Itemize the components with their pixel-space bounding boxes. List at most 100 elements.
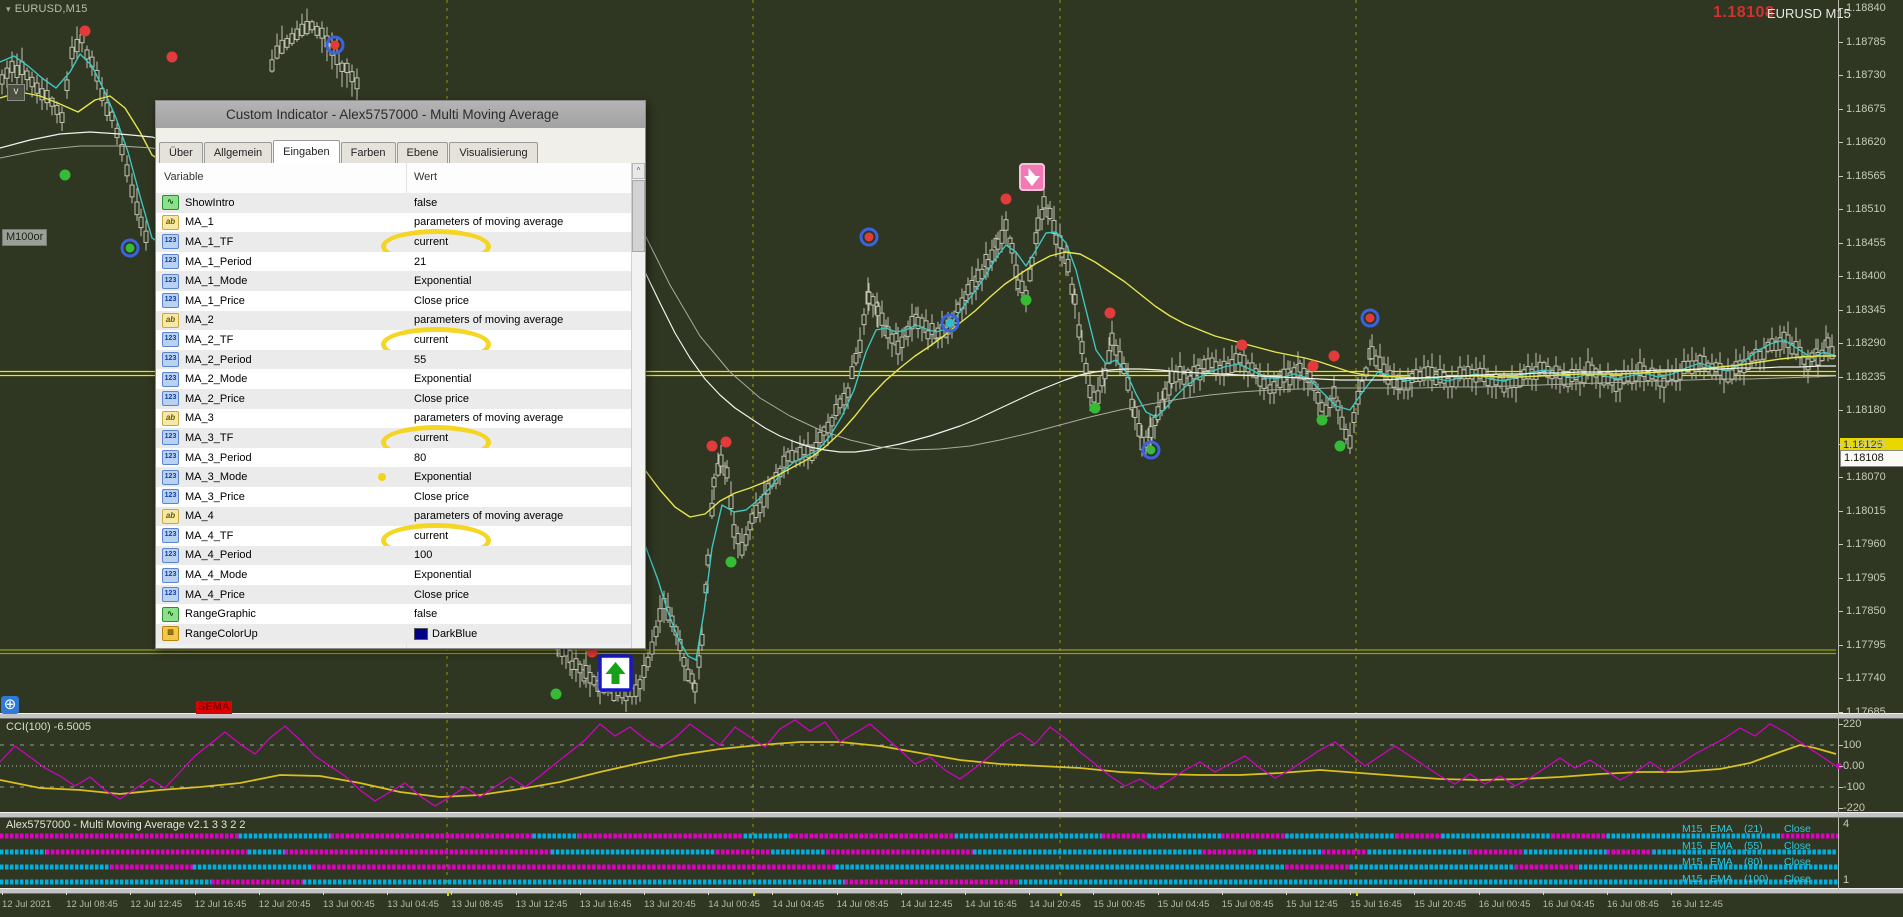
param-row[interactable]: 123 MA_2_Mode Exponential	[156, 369, 632, 389]
crosshair-icon[interactable]: ⊕	[1, 696, 19, 714]
param-row[interactable]: 123 MA_3_Price Close price	[156, 486, 632, 507]
dialog-scrollbar[interactable]: ^	[631, 163, 645, 648]
param-row[interactable]: 123 MA_3_Period 80	[156, 447, 632, 468]
mma-dot	[1280, 864, 1284, 870]
param-value[interactable]: 100	[414, 549, 432, 561]
mma-dot	[327, 879, 332, 885]
tab-farben[interactable]: Farben	[340, 142, 396, 163]
param-value[interactable]: Exponential	[414, 471, 472, 483]
price-tick	[1839, 108, 1843, 110]
tab-eingaben[interactable]: Eingaben	[273, 140, 340, 164]
candle-body	[1181, 373, 1187, 385]
param-value[interactable]: parameters of moving average	[414, 510, 563, 522]
legend-row: M15 EMA (80) Close	[1682, 856, 1811, 868]
mma-dot	[1275, 864, 1279, 870]
mma-dot	[1598, 879, 1603, 885]
tab-ebene[interactable]: Ebene	[396, 142, 449, 163]
mma-dot	[1180, 864, 1184, 870]
mma-dot	[1503, 849, 1508, 855]
param-row[interactable]: ab MA_3 parameters of moving average	[156, 408, 632, 429]
param-row[interactable]: 123 MA_2_Price Close price	[156, 388, 632, 409]
param-row[interactable]: 123 MA_2_Period 55	[156, 349, 632, 370]
mma-dot	[227, 864, 232, 870]
mma-dot	[832, 879, 837, 885]
param-value[interactable]: 21	[414, 256, 426, 268]
mma-dot	[65, 864, 69, 870]
param-row[interactable]: 123 MA_4_Price Close price	[156, 584, 632, 605]
tab-visualisierung[interactable]: Visualisierung	[449, 142, 538, 163]
mma-dot	[1004, 833, 1009, 839]
tab-ber[interactable]: Über	[159, 142, 203, 163]
mma-dot	[60, 833, 64, 839]
scrollbar-thumb[interactable]	[632, 180, 645, 252]
param-row[interactable]: ab MA_2 parameters of moving average	[156, 310, 632, 331]
param-row[interactable]: ∿ ShowIntro false	[156, 193, 632, 213]
mma-dot	[959, 833, 964, 839]
mma-dot	[984, 879, 989, 885]
m100-tag[interactable]: M100or	[2, 229, 48, 246]
param-value[interactable]: 55	[414, 354, 426, 366]
param-row[interactable]: 123 MA_4_Period 100	[156, 545, 632, 566]
param-row[interactable]: ▧ RangeColorUp DarkBlue	[156, 624, 632, 644]
mma-dot	[293, 833, 298, 839]
param-value[interactable]: false	[414, 608, 437, 620]
param-value[interactable]: current	[414, 236, 448, 248]
param-row[interactable]: ∿ RangeGraphic false	[156, 604, 632, 625]
mma-dot	[670, 849, 675, 855]
mma-dot	[1348, 879, 1353, 885]
mma-dot	[989, 879, 994, 885]
mma-dot	[756, 849, 760, 855]
param-value[interactable]: Exponential	[414, 569, 472, 581]
param-value[interactable]: false	[414, 197, 437, 209]
param-value[interactable]: Close price	[414, 393, 469, 405]
mma-dot	[1305, 833, 1309, 839]
mma-dot	[565, 849, 570, 855]
param-row[interactable]: 123 MA_3_Mode Exponential	[156, 467, 632, 487]
mma-dot	[859, 879, 864, 885]
param-value[interactable]: Exponential	[414, 275, 472, 287]
param-row[interactable]: 123 MA_1_TF current	[156, 232, 632, 252]
param-value[interactable]: parameters of moving average	[414, 412, 563, 424]
mma-dot	[925, 864, 929, 870]
param-value[interactable]: current	[414, 432, 448, 444]
param-row[interactable]: 123 MA_2_TF current	[156, 330, 632, 350]
scrollbar-up-icon[interactable]: ^	[632, 163, 645, 179]
param-value[interactable]: current	[414, 334, 448, 346]
tab-allgemein[interactable]: Allgemein	[203, 142, 273, 163]
candle-body	[591, 676, 597, 686]
param-row[interactable]: 123 MA_1_Mode Exponential	[156, 271, 632, 291]
panel-separator[interactable]	[0, 713, 1903, 719]
param-row[interactable]: ab MA_1 parameters of moving average	[156, 212, 632, 233]
param-row[interactable]: 123 MA_4_Mode Exponential	[156, 565, 632, 585]
price-axis-label: 1.18345	[1846, 303, 1886, 316]
param-value[interactable]: parameters of moving average	[414, 216, 563, 228]
panel-separator[interactable]	[0, 812, 1903, 818]
param-value[interactable]: current	[414, 530, 448, 542]
param-value[interactable]: Close price	[414, 589, 469, 601]
param-row[interactable]: 123 MA_1_Period 21	[156, 251, 632, 272]
price-tick	[1839, 175, 1843, 177]
dialog-titlebar[interactable]: Custom Indicator - Alex5757000 - Multi M…	[156, 101, 645, 128]
legend-period: (55)	[1744, 839, 1763, 852]
param-value[interactable]: DarkBlue	[414, 627, 477, 640]
sema-tag[interactable]: SEMA	[196, 701, 232, 714]
mma-dot	[839, 833, 843, 839]
panel-separator[interactable]	[0, 888, 1903, 894]
param-value[interactable]: parameters of moving average	[414, 314, 563, 326]
mma-dot	[874, 879, 879, 885]
param-row[interactable]: 123 MA_1_Price Close price	[156, 290, 632, 311]
param-value[interactable]: Close price	[414, 491, 469, 503]
time-axis-label: 15 Jul 12:45	[1286, 899, 1338, 910]
param-value[interactable]: 80	[414, 452, 426, 464]
param-value[interactable]: Exponential	[414, 373, 472, 385]
mma-dot	[105, 833, 109, 839]
param-row[interactable]: 123 MA_3_TF current	[156, 428, 632, 448]
mma-dot	[683, 833, 687, 839]
collapse-button[interactable]: v	[7, 84, 25, 101]
param-row[interactable]: ab MA_4 parameters of moving average	[156, 506, 632, 527]
mma-dot	[15, 849, 19, 855]
mma-dot	[1275, 833, 1280, 839]
mma-dot	[1543, 879, 1548, 885]
param-row[interactable]: 123 MA_4_TF current	[156, 526, 632, 546]
param-value[interactable]: Close price	[414, 295, 469, 307]
